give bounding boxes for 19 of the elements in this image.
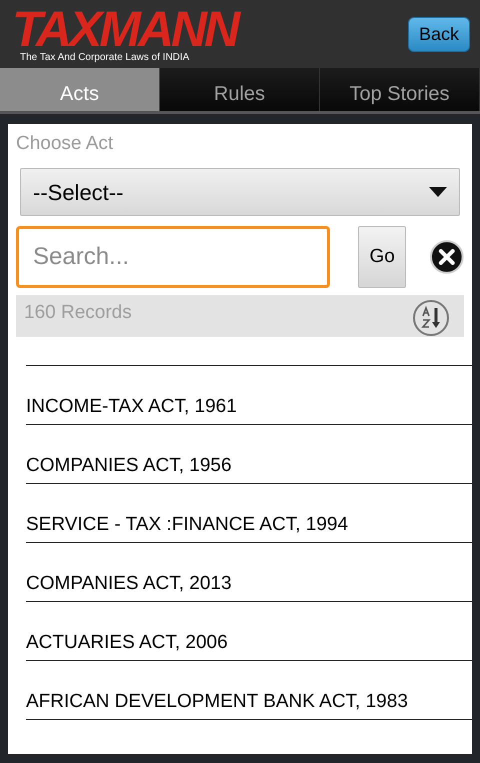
dropdown-arrow-icon bbox=[429, 187, 447, 197]
act-item[interactable]: INCOME-TAX ACT, 1961 bbox=[26, 392, 237, 421]
close-icon[interactable] bbox=[430, 240, 464, 274]
act-item[interactable]: COMPANIES ACT, 2013 bbox=[26, 570, 232, 598]
go-button[interactable]: Go bbox=[358, 226, 406, 288]
sort-icon[interactable] bbox=[412, 299, 450, 337]
search-field[interactable]: Search... bbox=[16, 226, 330, 288]
act-dropdown[interactable]: --Select-- bbox=[20, 168, 460, 216]
tagline: The Tax And Corporate Laws of INDIA bbox=[19, 52, 190, 64]
tab[interactable]: Rules bbox=[160, 68, 320, 111]
logo: TAXMANN bbox=[12, 6, 238, 52]
act-item[interactable]: ACTUARIES ACT, 2006 bbox=[26, 628, 228, 657]
back-button[interactable]: Back bbox=[408, 17, 470, 52]
act-item[interactable]: AFRICAN DEVELOPMENT BANK ACT, 1983 bbox=[26, 688, 408, 716]
act-item[interactable]: COMPANIES ACT, 1956 bbox=[26, 452, 232, 480]
record-count: 160 Records bbox=[24, 301, 132, 325]
tab[interactable]: Top Stories bbox=[320, 68, 480, 111]
field-label: Choose Act bbox=[16, 132, 114, 156]
act-item[interactable]: SERVICE - TAX :FINANCE ACT, 1994 bbox=[26, 510, 348, 539]
